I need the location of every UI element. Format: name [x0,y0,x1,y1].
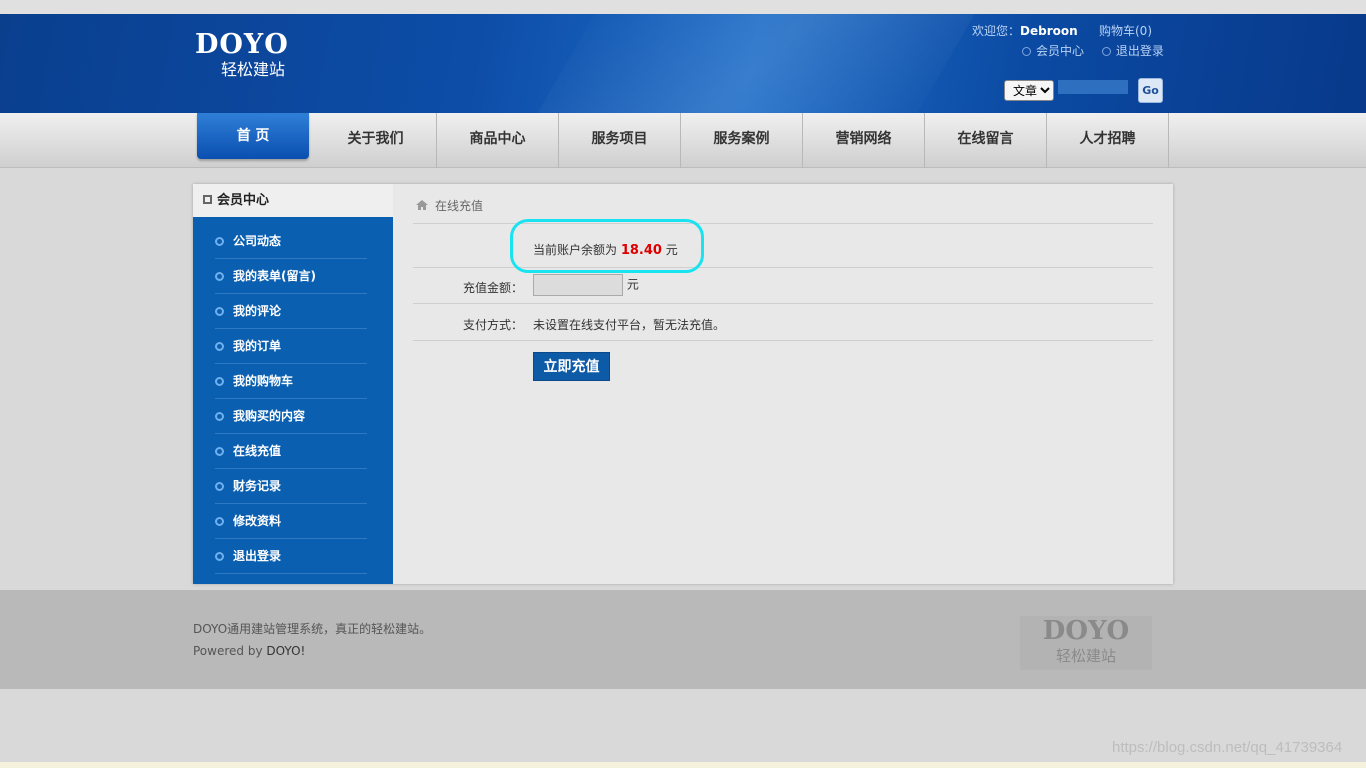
sidebar-menu: 公司动态 我的表单(留言) 我的评论 我的订单 我的购物车 我购买的内容 在线充… [193,220,393,574]
circle-bullet-icon [215,272,224,281]
header-sheen [502,14,998,113]
main-panel: 会员中心 公司动态 我的表单(留言) 我的评论 我的订单 我的购物车 我购买的内… [193,184,1173,584]
nav-item-jobs[interactable]: 人才招聘 [1047,113,1169,168]
search-go-button[interactable]: Go [1138,78,1163,103]
recharge-amount-input[interactable] [533,274,623,296]
sidebar-title-text: 会员中心 [217,193,270,208]
member-center-link[interactable]: 会员中心 [1036,44,1084,58]
circle-bullet-icon [215,342,224,351]
sidebar-item-label: 我的订单 [233,339,282,353]
footer-logo-subtitle: 轻松建站 [1055,647,1116,665]
circle-bullet-icon [215,237,224,246]
sidebar-item-label: 退出登录 [233,549,282,563]
amount-row: 充值金额： 元 [413,268,1153,304]
sidebar-item-label: 财务记录 [233,479,282,493]
sidebar-item-my-cart[interactable]: 我的购物车 [215,364,367,399]
circle-bullet-icon [215,517,224,526]
footer-tagline: DOYO通用建站管理系统，真正的轻松建站。 [193,622,432,636]
circle-bullet-icon [215,412,224,421]
sidebar-item-edit-profile[interactable]: 修改资料 [215,504,367,539]
sidebar-item-recharge[interactable]: 在线充值 [215,434,367,469]
sidebar-item-label: 我购买的内容 [233,409,306,423]
sidebar-item-my-comments[interactable]: 我的评论 [215,294,367,329]
sidebar-item-label: 在线充值 [233,444,282,458]
logo-subtitle: 轻松建站 [221,60,286,79]
amount-label: 充值金额： [463,281,524,295]
nav-item-network[interactable]: 营销网络 [803,113,925,168]
nav-item-products[interactable]: 商品中心 [437,113,559,168]
sidebar-item-label: 公司动态 [233,234,282,248]
recharge-submit-button[interactable]: 立即充值 [533,352,610,381]
cart-link[interactable]: 购物车(0) [1099,22,1152,39]
sidebar-title: 会员中心 [193,184,393,220]
sidebar-item-my-orders[interactable]: 我的订单 [215,329,367,364]
nav-item-home[interactable]: 首 页 [197,113,309,159]
search-type-select[interactable]: 文章 [1004,80,1054,101]
footer-powered: Powered by DOYO! [193,644,305,658]
welcome-text: 欢迎您：Debroon [972,22,1078,39]
circle-bullet-icon [215,447,224,456]
home-icon [416,200,428,210]
sidebar-item-company-news[interactable]: 公司动态 [215,224,367,259]
circle-bullet-icon [215,552,224,561]
circle-bullet-icon [215,377,224,386]
sidebar-item-label: 我的购物车 [233,374,294,388]
square-bullet-icon [203,195,212,204]
payment-row: 支付方式： 未设置在线支付平台，暂无法充值。 [413,304,1153,341]
bullet-icon [1022,47,1031,56]
nav-item-cases[interactable]: 服务案例 [681,113,803,168]
sidebar-item-my-forms[interactable]: 我的表单(留言) [215,259,367,294]
search-input[interactable] [1058,80,1128,94]
sidebar-item-label: 我的表单(留言) [233,269,316,283]
amount-field-wrap: 元 [533,274,639,296]
footer-logo-brand: DOYO [1042,616,1130,646]
sidebar-item-purchased[interactable]: 我购买的内容 [215,399,367,434]
site-footer: DOYO通用建站管理系统，真正的轻松建站。 Powered by DOYO! D… [0,590,1366,689]
welcome-prefix: 欢迎您： [972,24,1021,38]
bullet-icon [1101,47,1111,56]
logout-link[interactable]: 退出登录 [1116,44,1164,58]
circle-bullet-icon [215,307,224,316]
nav-item-about[interactable]: 关于我们 [315,113,437,168]
payment-label: 支付方式： [463,318,524,332]
payment-text: 未设置在线支付平台，暂无法充值。 [533,318,726,332]
top-strip [0,0,1366,14]
nav-item-services[interactable]: 服务项目 [559,113,681,168]
sidebar-item-finance[interactable]: 财务记录 [215,469,367,504]
username-link[interactable]: Debroon [1020,24,1078,38]
balance-highlight-annotation [510,219,704,273]
footer-logo: DOYO 轻松建站 [1020,616,1152,670]
recharge-content: 在线充值 当前账户余额为 18.40 元 充值金额： 元 支付方式： 未设置在线… [413,184,1153,584]
powered-brand-link[interactable]: DOYO! [266,644,305,658]
sidebar-item-label: 修改资料 [233,514,282,528]
sidebar-item-logout[interactable]: 退出登录 [215,539,367,574]
amount-unit: 元 [626,277,639,292]
powered-prefix: Powered by [193,644,263,658]
nav-item-guestbook[interactable]: 在线留言 [925,113,1047,168]
circle-bullet-icon [215,482,224,491]
site-logo[interactable]: DOYO 轻松建站 [195,30,319,80]
main-nav: 首 页 关于我们 商品中心 服务项目 服务案例 营销网络 在线留言 人才招聘 [0,113,1366,168]
user-links: 会员中心 退出登录 [1022,42,1164,59]
member-sidebar: 会员中心 公司动态 我的表单(留言) 我的评论 我的订单 我的购物车 我购买的内… [193,184,393,584]
watermark: https://blog.csdn.net/qq_41739364 [1112,739,1343,756]
breadcrumb-current: 在线充值 [435,199,484,213]
sidebar-item-label: 我的评论 [233,304,282,318]
bottom-strip [0,762,1366,768]
logo-brand: DOYO [195,29,289,60]
